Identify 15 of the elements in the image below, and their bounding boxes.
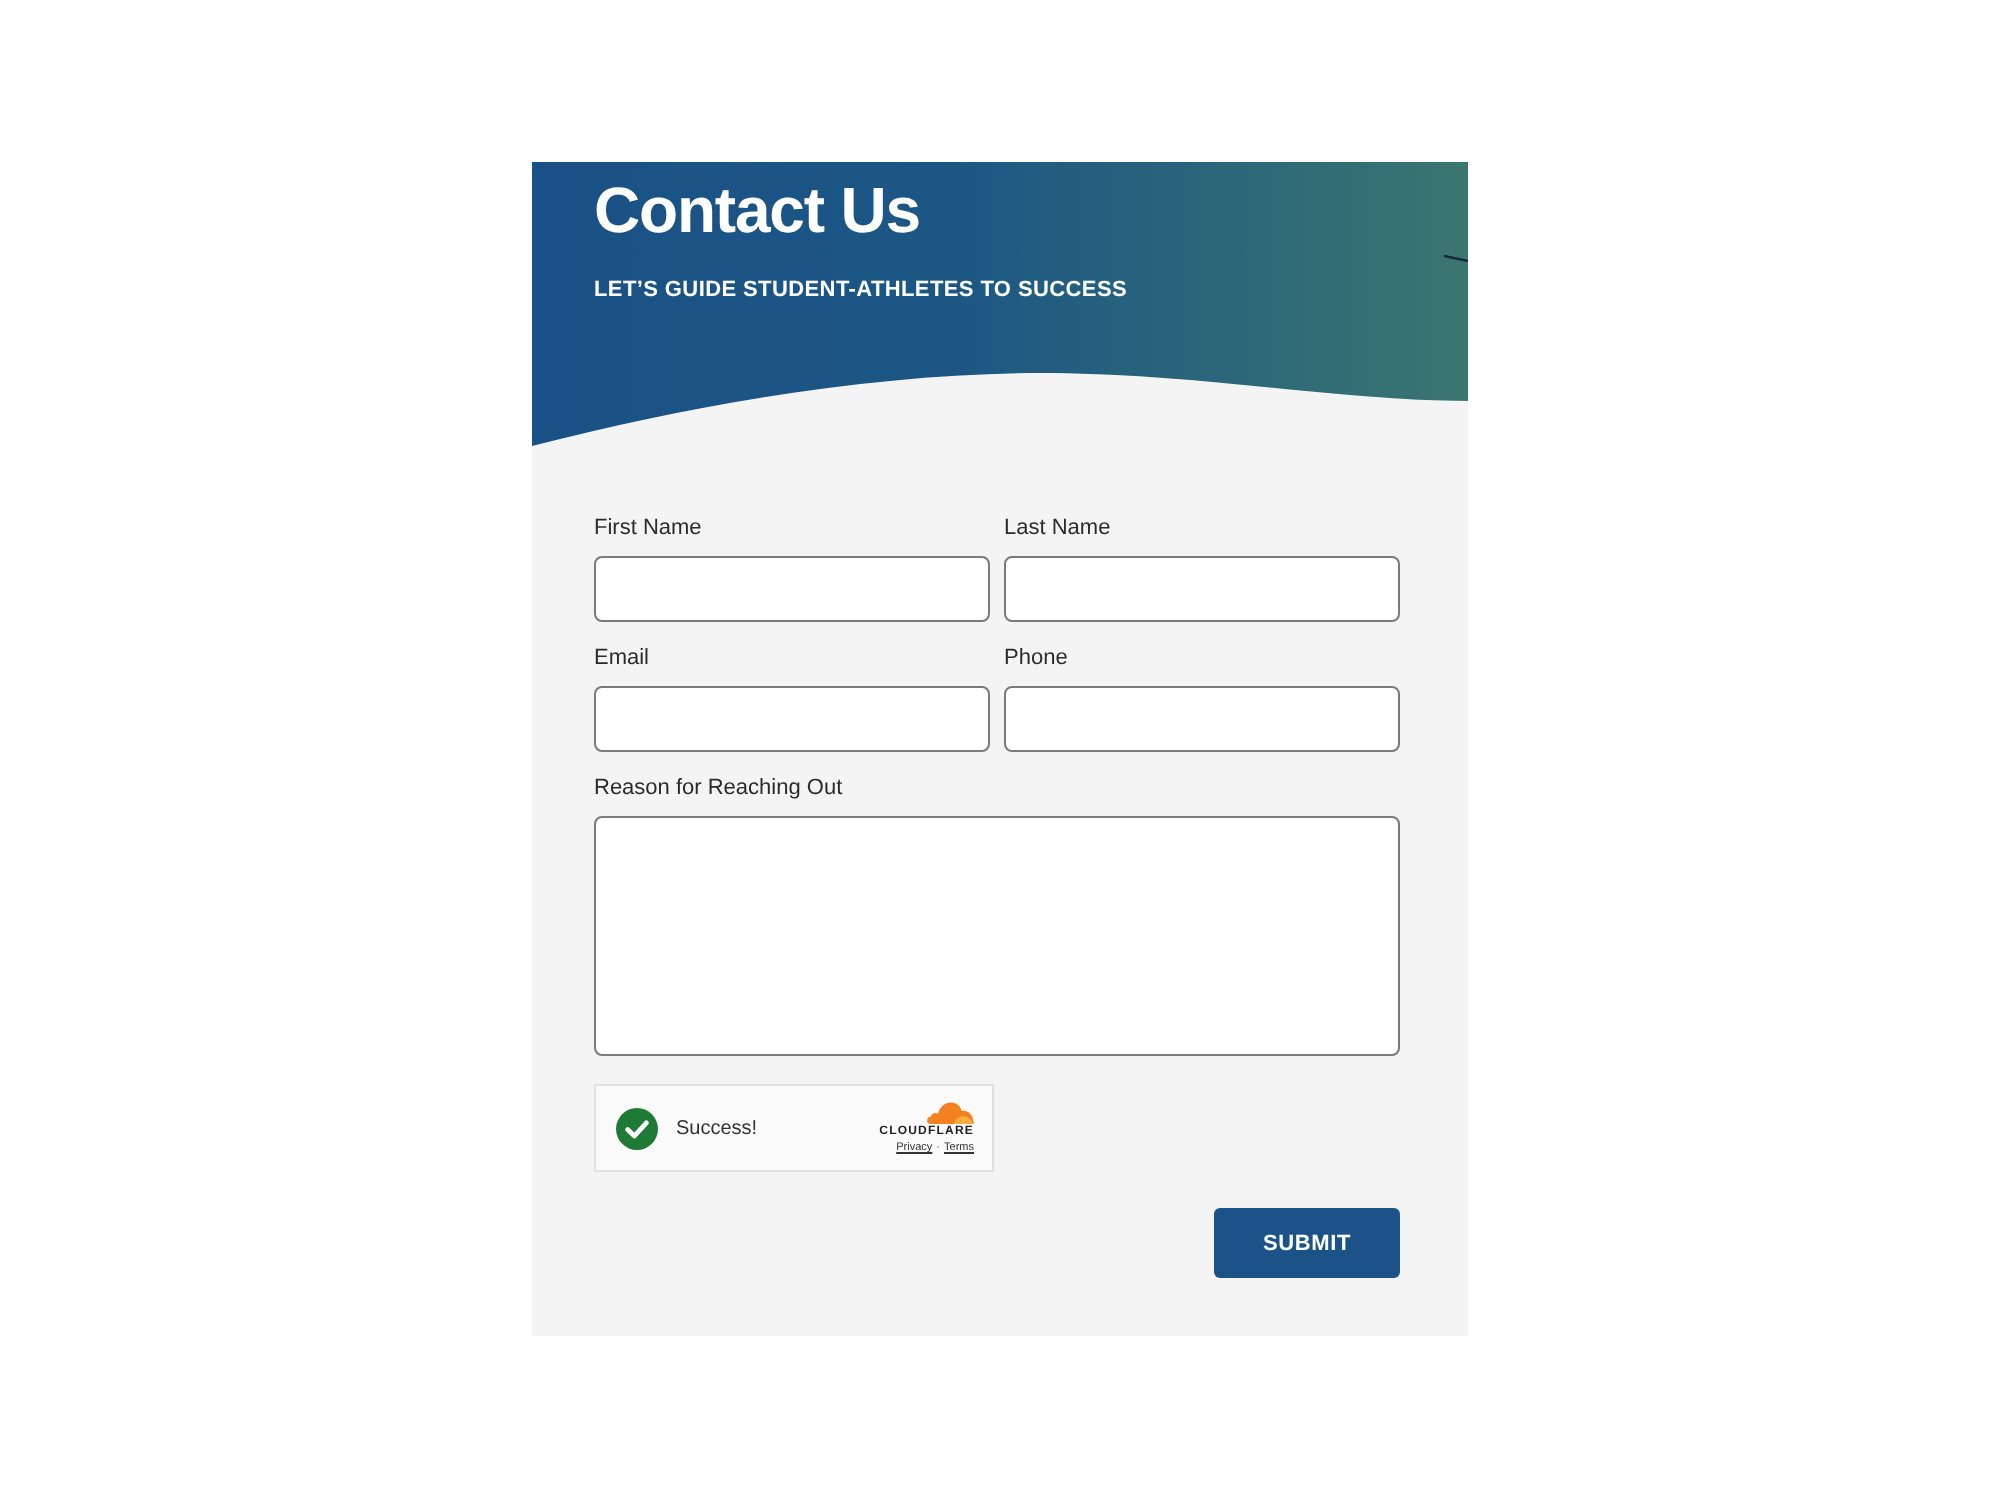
field-label: Phone [1004, 644, 1068, 674]
field-label: Last Name [1004, 514, 1111, 544]
cloud-icon [926, 1100, 974, 1124]
submit-button[interactable]: SUBMIT [1214, 1208, 1400, 1278]
captcha-status: Success! [676, 1117, 758, 1139]
field-label: First Name [594, 514, 702, 544]
input-field[interactable] [1004, 556, 1400, 622]
input-field[interactable] [1004, 686, 1400, 752]
field-label: Reason for Reaching Out [594, 774, 843, 804]
textarea-field[interactable] [594, 816, 1400, 1056]
page-title: Contact Us [594, 172, 920, 248]
page-subtitle: LET’S GUIDE STUDENT-ATHLETES TO SUCCESS [594, 276, 1128, 304]
field-label: Email [594, 644, 650, 674]
input-field[interactable] [594, 686, 990, 752]
input-field[interactable] [594, 556, 990, 622]
